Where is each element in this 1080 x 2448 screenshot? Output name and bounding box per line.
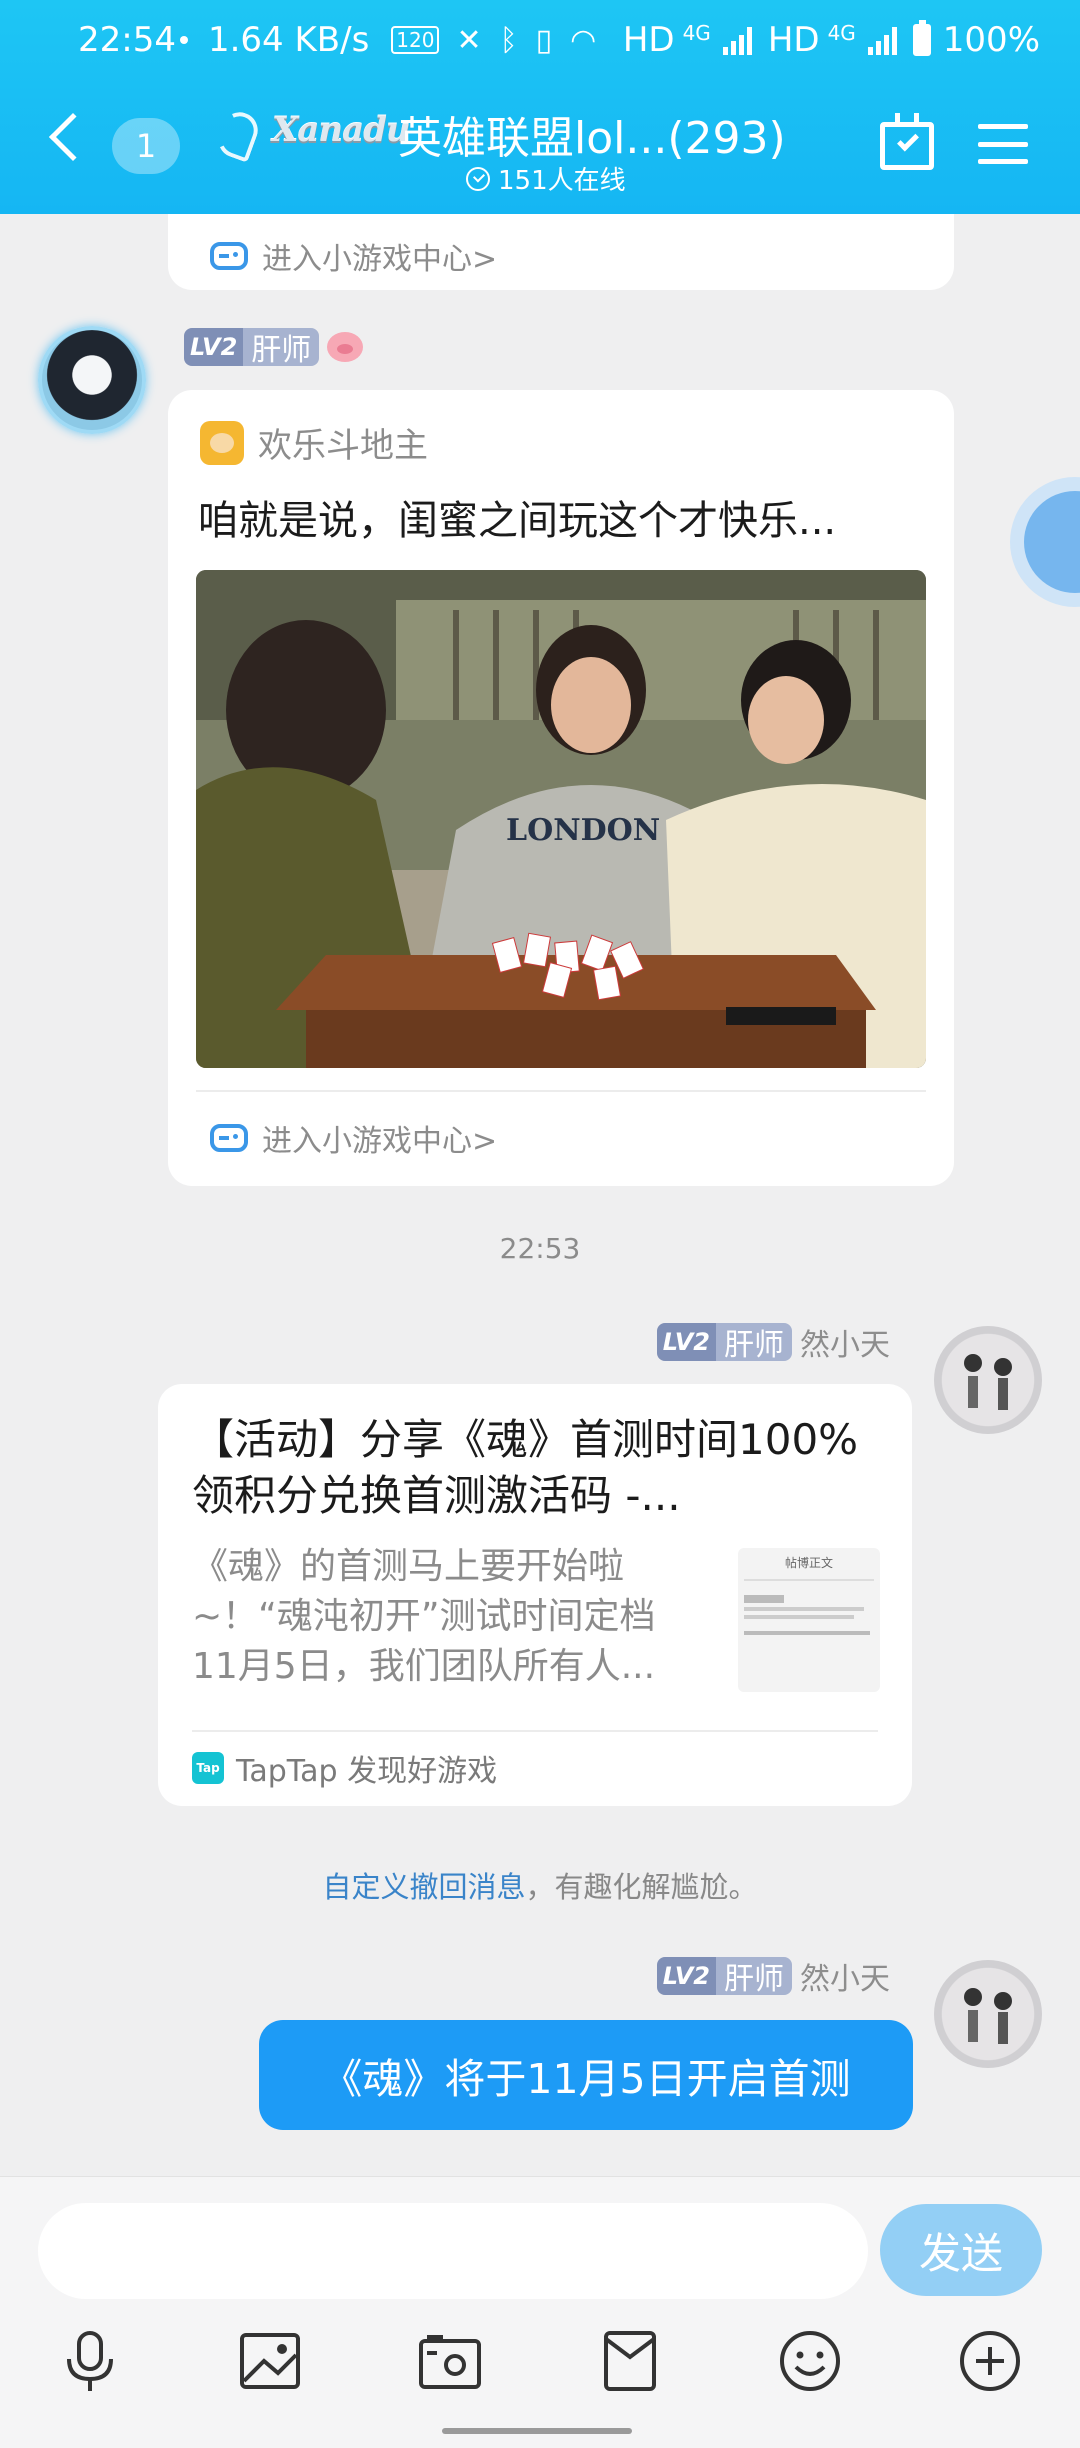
mini-game-card[interactable]: 欢乐斗地主 咱就是说，闺蜜之间玩这个才快乐... LONDON 进入小游戏中心> [168, 390, 954, 1186]
share-thumbnail: 帖博正文 [738, 1548, 880, 1692]
floating-assistant-button[interactable] [1010, 477, 1080, 607]
level-badge: LV2 肝师 [656, 1957, 792, 1995]
level-badge: LV2 肝师 [656, 1323, 792, 1361]
group-tag-logo: Xanadu [272, 110, 411, 150]
game-center-link[interactable]: 进入小游戏中心> [210, 234, 497, 278]
divider [196, 1090, 926, 1092]
send-button[interactable]: 发送 [880, 2204, 1042, 2296]
hd-label-1: HD [622, 20, 675, 60]
microphone-icon[interactable] [54, 2325, 126, 2397]
group-title[interactable]: 英雄联盟lol...(293) [398, 102, 786, 166]
network-speed: 1.64 KB/s [207, 20, 370, 60]
level-title: 肝师 [243, 328, 320, 366]
online-count[interactable]: 151人在线 [466, 160, 626, 197]
refresh-rate-badge: 120 [391, 26, 440, 54]
status-time: 22:54 [78, 20, 176, 60]
game-center-link[interactable]: 进入小游戏中心> [210, 1116, 497, 1160]
chat-area[interactable]: 进入小游戏中心> LV2 肝师 欢乐斗地主 咱就是说，闺蜜之间玩这个才快乐... [0, 214, 1080, 2176]
level-title: 肝师 [716, 1957, 792, 1995]
chat-header: 22:54 1.64 KB/s 120 ✕ ᛒ ▯ ◠ HD 4G HD 4G … [0, 0, 1080, 214]
calendar-check-icon[interactable] [880, 113, 934, 170]
plus-icon[interactable] [954, 2325, 1026, 2397]
share-description: 《魂》的首测马上要开始啦~！“魂沌初开”测试时间定档11月5日，我们团队所有人.… [192, 1546, 656, 1687]
input-bar: 发送 [0, 2176, 1080, 2448]
vibrate-icon: ▯ [535, 22, 553, 58]
divider [192, 1730, 878, 1732]
online-count-label: 151人在线 [498, 166, 626, 196]
system-tip-text: ，有趣化解尴尬。 [525, 1870, 758, 1904]
check-circle-icon [466, 166, 490, 191]
hd-label-2: HD [767, 20, 820, 60]
unread-count-badge[interactable]: 1 [112, 118, 180, 174]
avatar[interactable] [934, 1960, 1042, 2068]
notification-dot-icon [179, 36, 188, 44]
game-center-link-label: 进入小游戏中心> [262, 242, 498, 277]
wifi-icon: ◠ [570, 22, 597, 58]
network-type-2: 4G [827, 21, 856, 45]
share-card[interactable]: 【活动】分享《魂》首测时间100%领积分兑换首测激活码 -... 《魂》的首测马… [158, 1384, 912, 1806]
thumb-heading: 帖博正文 [784, 1556, 833, 1570]
battery-level: 100% [942, 20, 1040, 60]
signal-icon-1 [722, 25, 752, 55]
mini-game-card-partial[interactable]: 进入小游戏中心> [168, 214, 954, 290]
red-packet-icon[interactable] [594, 2325, 666, 2397]
status-right: HD 4G HD 4G 100% [623, 20, 1040, 60]
sender-line: LV2 肝师 然小天 [656, 1954, 890, 1998]
game-app-icon [200, 420, 244, 465]
message-input[interactable] [38, 2203, 868, 2299]
image-icon[interactable] [234, 2325, 306, 2397]
signal-icon-2 [867, 25, 897, 55]
menu-icon[interactable] [978, 124, 1028, 164]
game-source: 欢乐斗地主 [200, 418, 428, 467]
game-cover-image[interactable]: LONDON [196, 570, 926, 1068]
share-title: 【活动】分享《魂》首测时间100%领积分兑换首测激活码 -... [192, 1415, 859, 1520]
gamepad-icon [210, 242, 248, 270]
status-bar: 22:54 1.64 KB/s 120 ✕ ᛒ ▯ ◠ HD 4G HD 4G … [0, 0, 1080, 80]
sender-line: LV2 肝师 [184, 328, 364, 366]
x-icon: ✕ [456, 22, 482, 58]
level-title: 肝师 [716, 1323, 792, 1361]
taptap-logo-icon: Tap [192, 1752, 224, 1784]
card-headline: 咱就是说，闺蜜之间玩这个才快乐... [198, 498, 837, 544]
network-type-1: 4G [682, 21, 711, 45]
avatar[interactable] [934, 1326, 1042, 1434]
share-source-label: TapTap 发现好游戏 [236, 1754, 498, 1789]
back-icon[interactable] [48, 112, 98, 162]
camera-icon[interactable] [414, 2325, 486, 2397]
emoji-icon[interactable] [774, 2325, 846, 2397]
sender-name: 然小天 [800, 1962, 890, 1997]
level-label: LV2 [656, 1957, 716, 1995]
custom-recall-link[interactable]: 自定义撤回消息 [322, 1870, 525, 1904]
pig-icon [327, 332, 364, 362]
share-source: Tap TapTap 发现好游戏 [192, 1746, 497, 1790]
game-name: 欢乐斗地主 [258, 426, 428, 466]
text-message-bubble[interactable]: 《魂》将于11月5日开启首测 [259, 2020, 913, 2130]
ear-icon[interactable] [213, 107, 263, 163]
input-toolbar [0, 2325, 1080, 2405]
message-timestamp: 22:53 [499, 1232, 581, 1265]
level-badge: LV2 肝师 [184, 328, 320, 366]
cover-text: LONDON [506, 813, 660, 848]
level-label: LV2 [656, 1323, 716, 1361]
battery-icon [912, 20, 931, 56]
home-indicator[interactable] [442, 2428, 632, 2434]
level-label: LV2 [184, 328, 244, 366]
avatar[interactable] [38, 326, 146, 434]
cover-photo: LONDON [196, 570, 926, 1068]
system-tip: 自定义撤回消息，有趣化解尴尬。 [0, 1864, 1080, 1906]
gamepad-icon [210, 1124, 248, 1152]
bluetooth-icon: ᛒ [499, 22, 518, 58]
game-center-link-label: 进入小游戏中心> [262, 1124, 498, 1159]
sender-name: 然小天 [800, 1328, 890, 1363]
sender-line: LV2 肝师 然小天 [656, 1320, 890, 1364]
